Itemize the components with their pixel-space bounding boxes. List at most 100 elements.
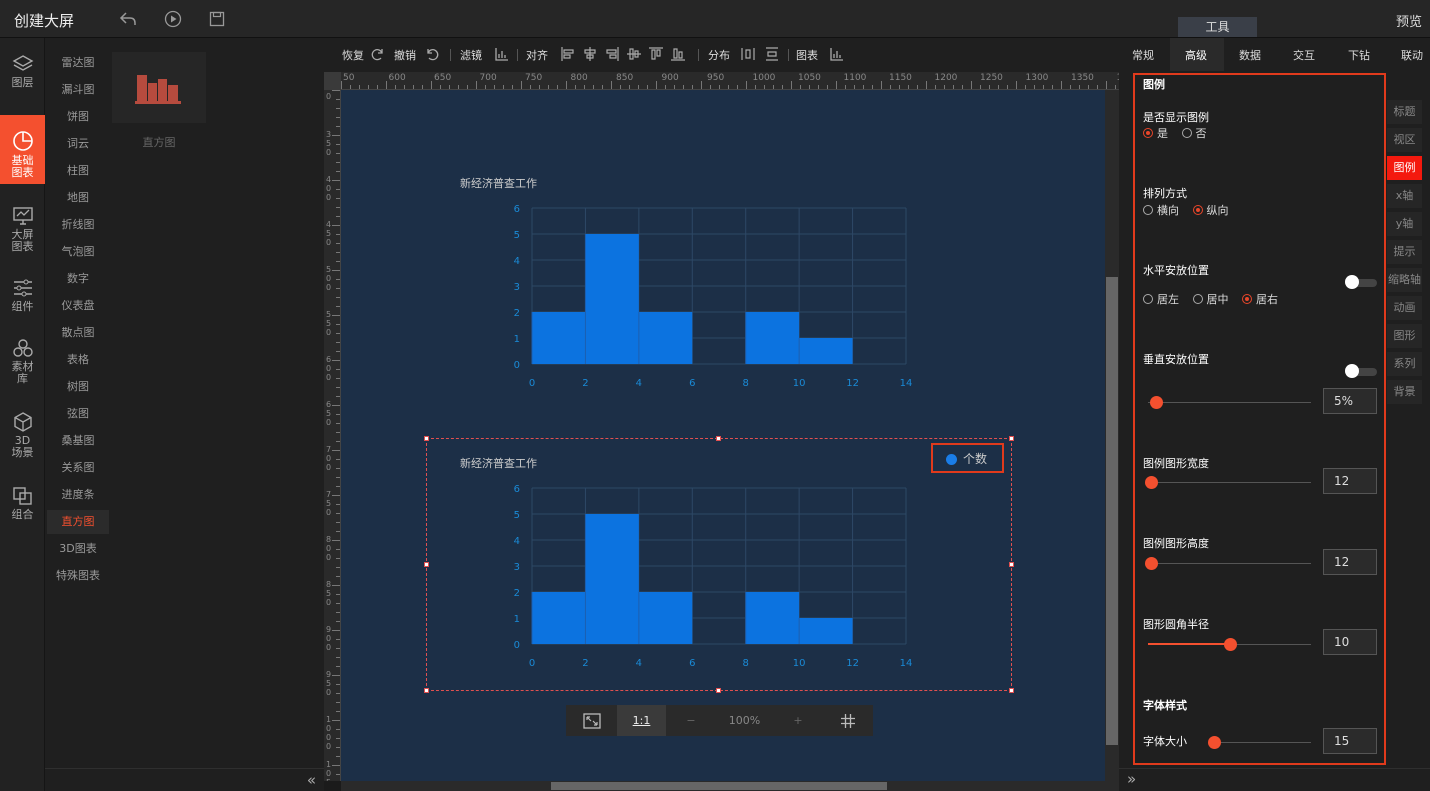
category-item[interactable]: 折线图 (47, 213, 109, 237)
font-size-slider-track[interactable] (1210, 742, 1311, 743)
nav-layers[interactable]: 图层 (0, 54, 45, 96)
align-right-icon[interactable] (604, 46, 620, 65)
category-item[interactable]: 关系图 (47, 456, 109, 480)
category-item[interactable]: 散点图 (47, 321, 109, 345)
tab-drilldown[interactable]: 下钻 (1348, 47, 1370, 63)
category-item[interactable]: 直方图 (47, 510, 109, 534)
corner-radius-slider-knob[interactable] (1224, 638, 1237, 651)
back-icon[interactable] (118, 9, 138, 29)
side-tab[interactable]: x轴 (1387, 184, 1422, 208)
category-item[interactable]: 饼图 (47, 105, 109, 129)
category-item[interactable]: 特殊图表 (47, 564, 109, 588)
horizontal-scroll-thumb[interactable] (551, 782, 887, 790)
redo-icon[interactable] (370, 46, 386, 65)
category-item[interactable]: 仪表盘 (47, 294, 109, 318)
layout-horizontal-radio[interactable] (1143, 205, 1153, 215)
vertical-scroll-thumb[interactable] (1106, 277, 1118, 745)
corner-radius-input[interactable]: 10 (1323, 629, 1377, 655)
hpos-left-radio[interactable] (1143, 294, 1153, 304)
resize-handle-bl[interactable] (424, 688, 429, 693)
legend-width-slider-track[interactable] (1148, 482, 1311, 483)
category-item[interactable]: 进度条 (47, 483, 109, 507)
font-size-slider-knob[interactable] (1208, 736, 1221, 749)
category-item[interactable]: 柱图 (47, 159, 109, 183)
side-tab[interactable]: 背景 (1387, 380, 1422, 404)
zoom-out-button[interactable]: − (666, 705, 716, 736)
grid-icon[interactable] (823, 705, 873, 736)
chart1-plot[interactable]: 01234560 2 4 6 8 10 12 14 (500, 198, 920, 390)
side-tab[interactable]: 图例 (1387, 156, 1422, 180)
tab-interaction[interactable]: 交互 (1293, 47, 1315, 63)
nav-basic-charts[interactable]: 基础 图表 (0, 115, 45, 184)
legend-height-input[interactable]: 12 (1323, 549, 1377, 575)
category-item[interactable]: 雷达图 (47, 51, 109, 75)
category-item[interactable]: 气泡图 (47, 240, 109, 264)
ratio-one-to-one-button[interactable]: 1:1 (617, 705, 666, 736)
legend-width-slider-knob[interactable] (1145, 476, 1158, 489)
nav-3d-scene[interactable]: 3D 场景 (0, 412, 45, 462)
nav-combine[interactable]: 组合 (0, 486, 45, 526)
vertical-scrollbar[interactable] (1105, 90, 1119, 781)
align-bottom-icon[interactable] (670, 46, 686, 65)
hpos-center-radio[interactable] (1192, 294, 1203, 304)
vpos-toggle[interactable] (1345, 364, 1377, 378)
undo-button[interactable]: 撤销 (394, 47, 416, 63)
resize-handle-t[interactable] (716, 436, 721, 441)
resize-handle-b[interactable] (716, 688, 721, 693)
legend-height-slider-knob[interactable] (1145, 557, 1158, 570)
resize-handle-tr[interactable] (1009, 436, 1014, 441)
font-size-input[interactable]: 15 (1323, 728, 1377, 754)
hpos-toggle[interactable] (1345, 275, 1377, 289)
zoom-in-button[interactable]: + (773, 705, 823, 736)
category-item[interactable]: 表格 (47, 348, 109, 372)
category-item[interactable]: 词云 (47, 132, 109, 156)
vpos-slider-track[interactable] (1148, 402, 1311, 403)
chart-settings-icon[interactable] (829, 46, 845, 65)
collapse-left-icon[interactable]: « (307, 771, 316, 789)
resize-handle-br[interactable] (1009, 688, 1014, 693)
hpos-right-radio[interactable] (1242, 294, 1252, 304)
distribute-v-icon[interactable] (764, 46, 780, 65)
align-middle-icon[interactable] (626, 46, 642, 65)
vpos-input[interactable]: 5% (1323, 388, 1377, 414)
tab-general[interactable]: 常规 (1132, 47, 1154, 63)
chart2-legend[interactable]: 个数 (931, 443, 1004, 473)
category-item[interactable]: 树图 (47, 375, 109, 399)
nav-components[interactable]: 组件 (0, 278, 45, 318)
layout-vertical-radio[interactable] (1192, 205, 1203, 215)
save-icon[interactable] (207, 9, 227, 29)
show-legend-yes-radio[interactable] (1143, 128, 1153, 138)
align-top-icon[interactable] (648, 46, 664, 65)
nav-materials[interactable]: 素材 库 (0, 338, 45, 388)
tab-advanced[interactable]: 高级 (1185, 47, 1207, 63)
distribute-h-icon[interactable] (740, 46, 756, 65)
side-tab[interactable]: 缩略轴 (1387, 268, 1422, 292)
vpos-slider-knob[interactable] (1150, 396, 1163, 409)
side-tab[interactable]: 标题 (1387, 100, 1422, 124)
category-item[interactable]: 漏斗图 (47, 78, 109, 102)
resize-handle-tl[interactable] (424, 436, 429, 441)
histogram-thumbnail[interactable] (112, 52, 206, 123)
side-tab[interactable]: 动画 (1387, 296, 1422, 320)
resize-handle-l[interactable] (424, 562, 429, 567)
category-item[interactable]: 弦图 (47, 402, 109, 426)
chart2-plot[interactable]: 01234560 2 4 6 8 10 12 14 (500, 478, 920, 670)
side-tab[interactable]: 视区 (1387, 128, 1422, 152)
legend-width-input[interactable]: 12 (1323, 468, 1377, 494)
tab-linkage[interactable]: 联动 (1401, 47, 1423, 63)
nav-screen-charts[interactable]: 大屏 图表 (0, 206, 45, 256)
category-item[interactable]: 3D图表 (47, 537, 109, 561)
show-legend-no-radio[interactable] (1181, 128, 1192, 138)
redo-button[interactable]: 恢复 (342, 47, 364, 63)
filter-chart-icon[interactable] (494, 46, 510, 65)
tab-data[interactable]: 数据 (1239, 47, 1261, 63)
resize-handle-r[interactable] (1009, 562, 1014, 567)
category-item[interactable]: 桑基图 (47, 429, 109, 453)
filter-button[interactable]: 滤镜 (460, 47, 482, 63)
undo-icon[interactable] (424, 46, 440, 65)
fit-screen-icon[interactable] (566, 705, 617, 736)
category-item[interactable]: 数字 (47, 267, 109, 291)
collapse-right-icon[interactable]: » (1127, 770, 1136, 788)
side-tab[interactable]: y轴 (1387, 212, 1422, 236)
tools-tab[interactable]: 工具 (1178, 17, 1257, 37)
